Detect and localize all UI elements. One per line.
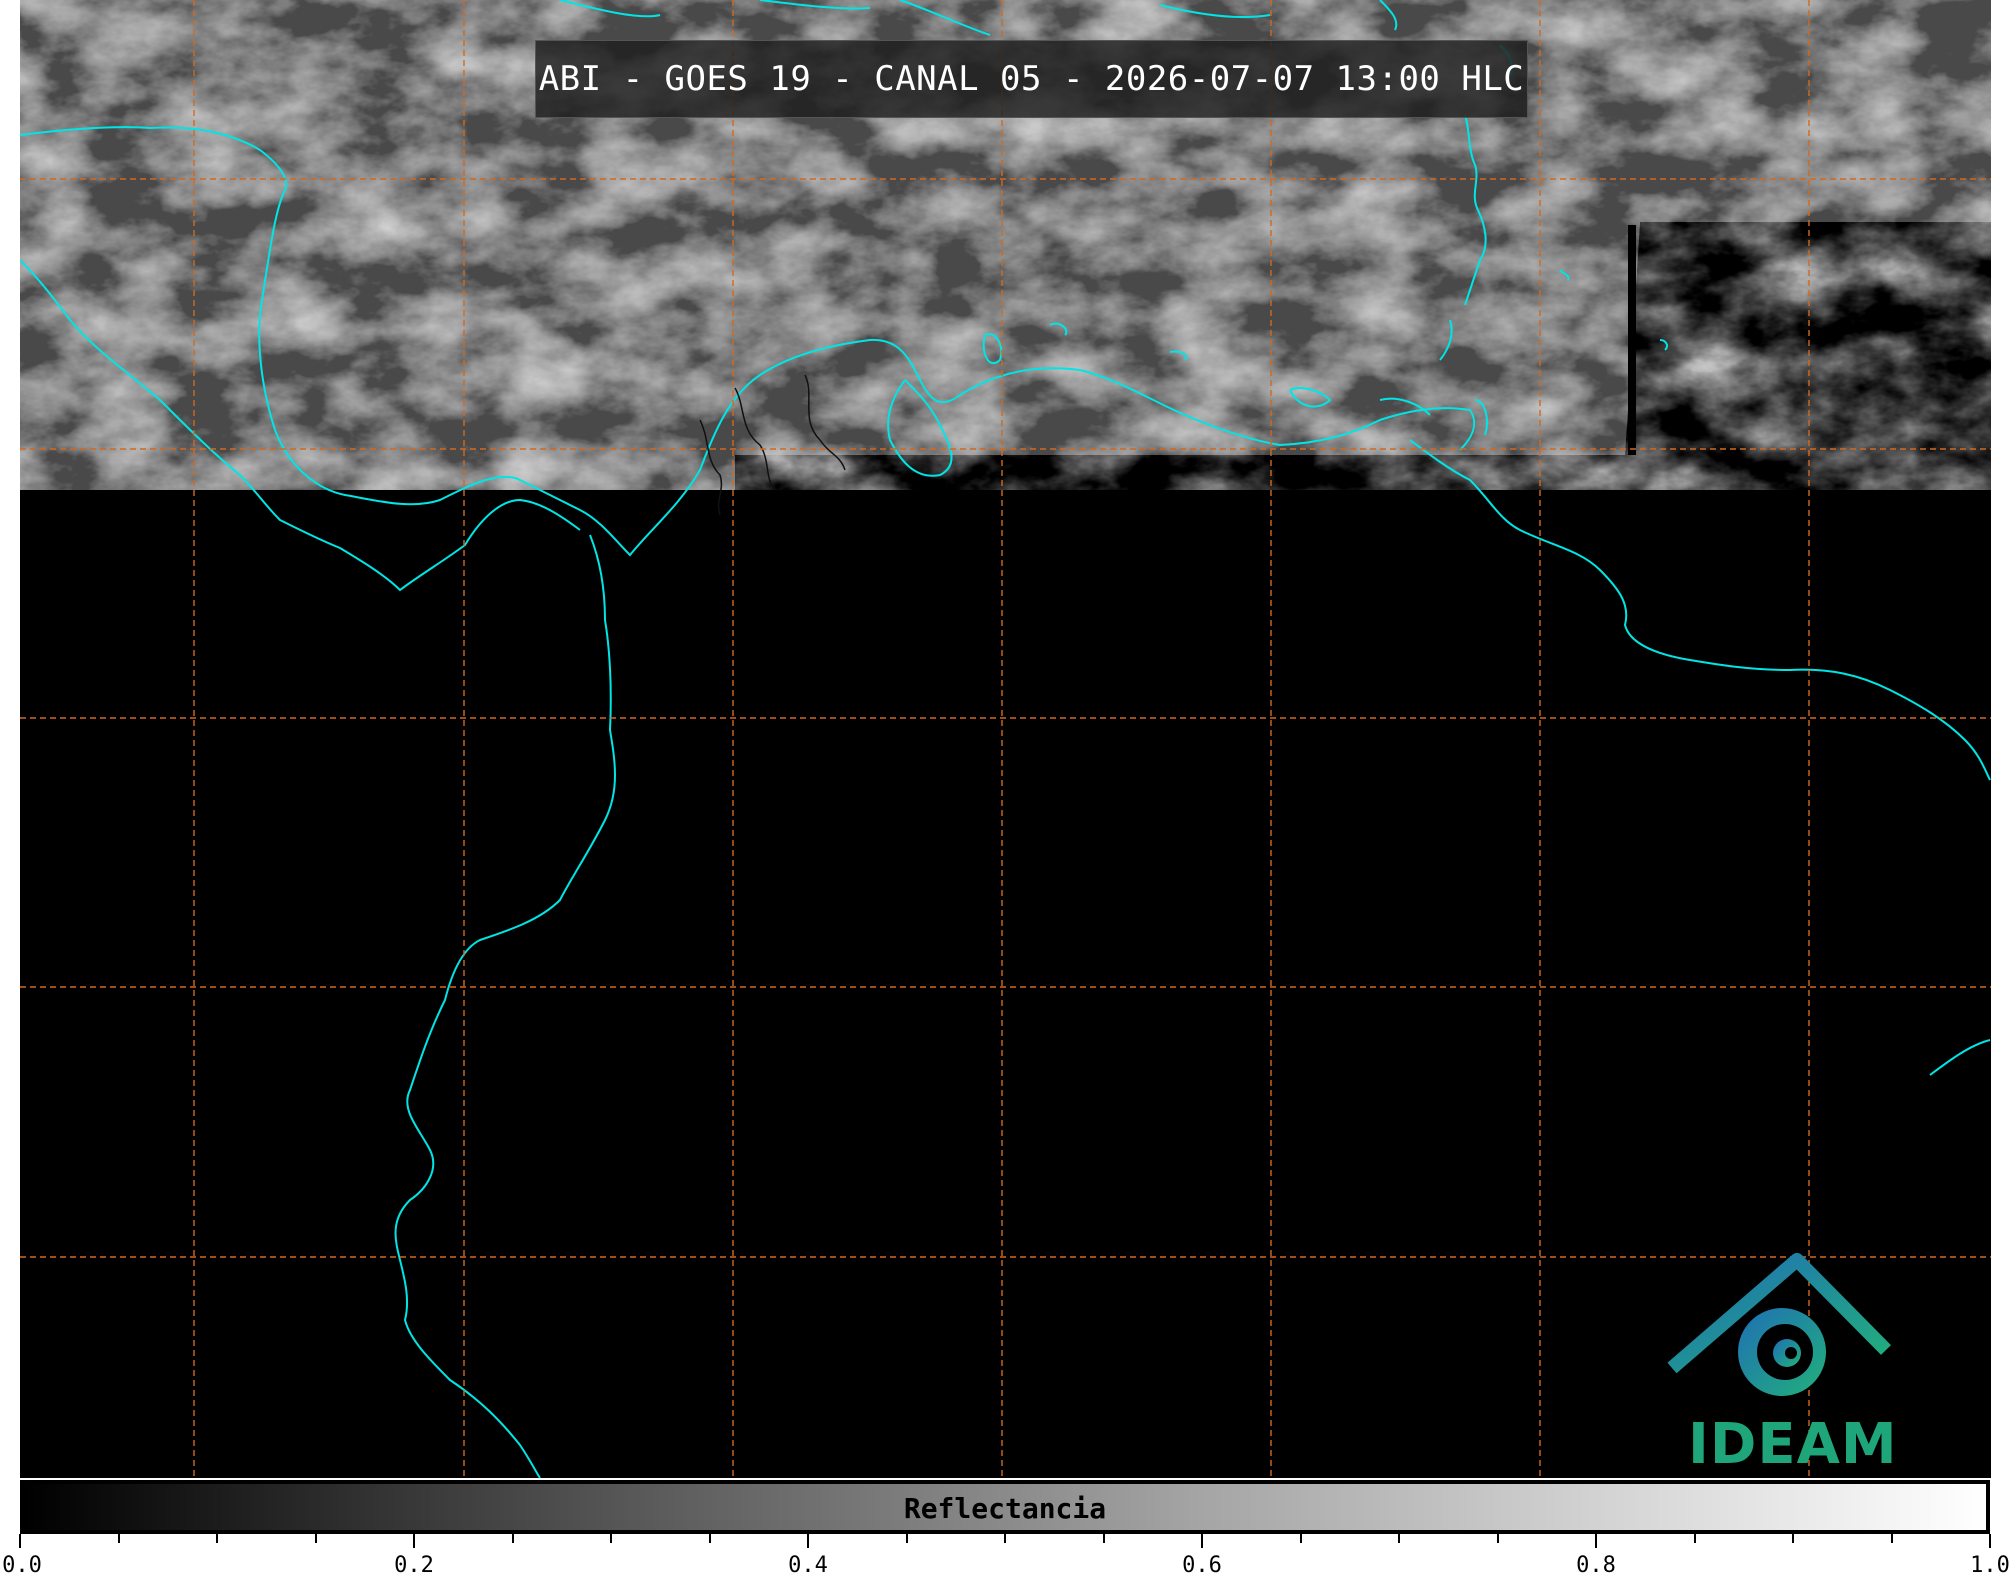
ideam-logo-text: IDEAM [1688, 1412, 1898, 1477]
colorbar: Reflectancia [20, 1480, 1990, 1534]
colorbar-tick [1398, 1534, 1400, 1543]
colorbar-tick [1989, 1534, 1991, 1548]
colorbar-tick [117, 1534, 120, 1543]
satellite-map [20, 0, 1991, 1478]
colorbar-tick [1102, 1534, 1105, 1543]
colorbar-label: Reflectancia [903, 1492, 1107, 1525]
colorbar-tick [1496, 1534, 1499, 1543]
colorbar-tick [807, 1534, 809, 1548]
colorbar-tick [314, 1534, 317, 1543]
colorbar-tick-label: 0.4 [788, 1553, 828, 1578]
colorbar-tick [19, 1534, 21, 1548]
map-title: ABI - GOES 19 - CANAL 05 - 2026-07-07 13… [538, 59, 1525, 99]
colorbar-tick [1004, 1534, 1006, 1543]
colorbar-tick [1792, 1534, 1794, 1543]
colorbar-tick-label: 1.0 [1970, 1553, 2010, 1578]
colorbar-tick [1890, 1534, 1893, 1543]
colorbar-tick [216, 1534, 218, 1543]
colorbar-tick-label: 0.6 [1182, 1553, 1222, 1578]
colorbar-tick [610, 1534, 612, 1543]
colorbar-tick [708, 1534, 711, 1543]
colorbar-tick [1693, 1534, 1696, 1543]
colorbar-tick-label: 0.2 [394, 1553, 434, 1578]
colorbar-tick [1201, 1534, 1203, 1548]
colorbar-tick-label: 0.8 [1576, 1553, 1616, 1578]
colorbar-tick [511, 1534, 514, 1543]
colorbar-tick [905, 1534, 908, 1543]
colorbar-tick [413, 1534, 415, 1548]
colorbar-tick [1299, 1534, 1302, 1543]
colorbar-tick-label: 0.0 [2, 1553, 42, 1578]
title-box: ABI - GOES 19 - CANAL 05 - 2026-07-07 13… [535, 40, 1528, 118]
colorbar-tick [1595, 1534, 1597, 1548]
